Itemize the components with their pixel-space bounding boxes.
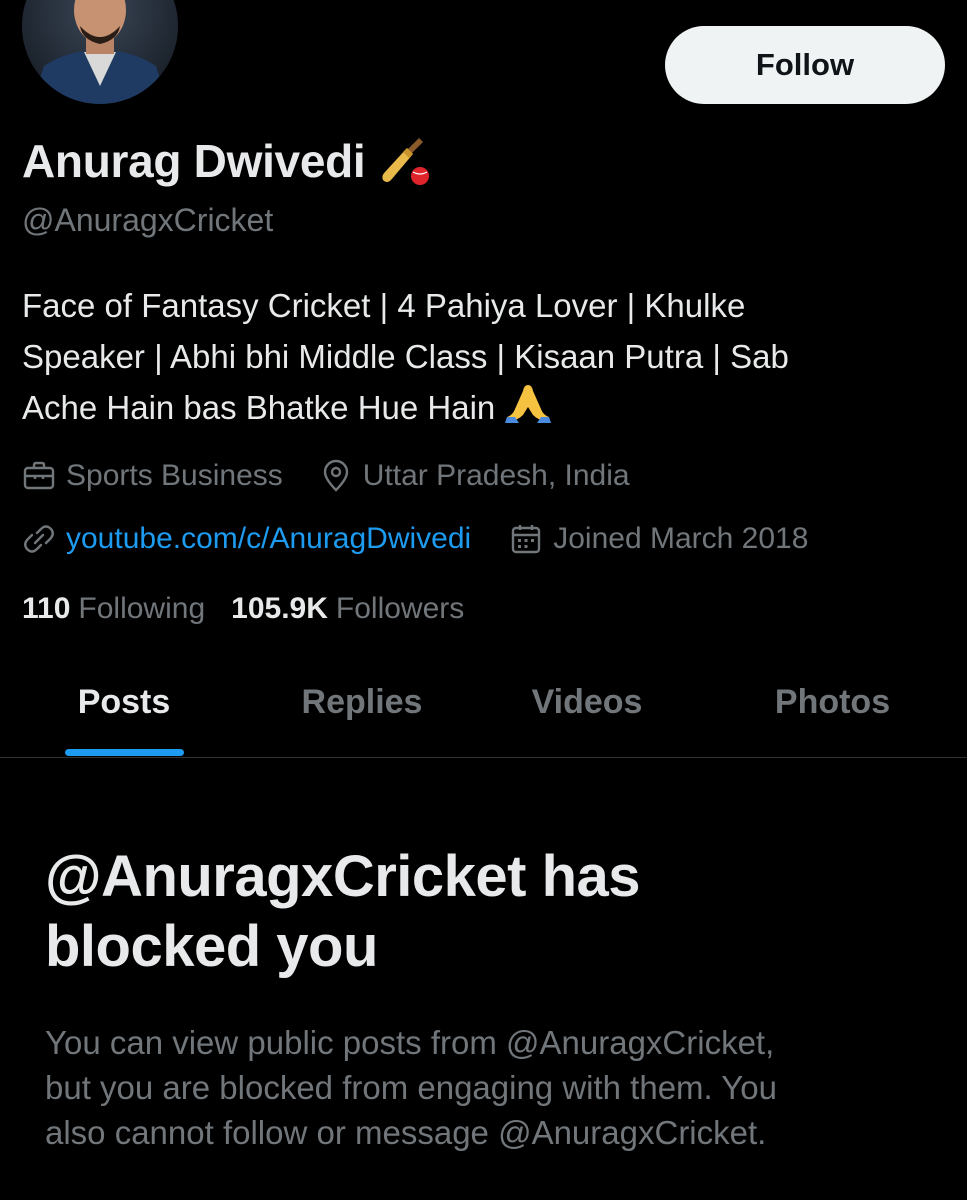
blocked-description: You can view public posts from @AnuragxC…	[45, 1020, 935, 1155]
profile-meta-row: Sports Business Uttar Pradesh, India	[22, 455, 630, 497]
category-item: Sports Business	[22, 459, 283, 493]
calendar-icon	[512, 525, 541, 554]
profile-name-row: Anurag Dwivedi	[22, 130, 433, 192]
folded-hands-icon	[505, 385, 552, 423]
blocked-desc-line: but you are blocked from engaging with t…	[45, 1069, 777, 1106]
blocked-desc-line: also cannot follow or message @AnuragxCr…	[45, 1114, 767, 1151]
blocked-title-line: @AnuragxCricket has	[45, 844, 641, 909]
tab-label: Videos	[531, 683, 643, 721]
link-icon	[24, 525, 54, 553]
tab-posts[interactable]: Posts	[0, 665, 248, 757]
follow-counts: 110 Following 105.9K Followers	[22, 588, 464, 630]
following-count: 110	[22, 592, 71, 625]
joined-item: Joined March 2018	[509, 522, 808, 556]
tab-photos[interactable]: Photos	[698, 665, 967, 757]
location-item: Uttar Pradesh, India	[319, 459, 630, 493]
category-text: Sports Business	[66, 459, 283, 492]
blocked-title-line: blocked you	[45, 914, 378, 979]
blocked-desc-line: You can view public posts from @AnuragxC…	[45, 1024, 775, 1061]
joined-text: Joined March 2018	[553, 522, 809, 555]
followers-count: 105.9K	[231, 592, 328, 625]
location-pin-icon	[323, 459, 348, 492]
profile-tabs: Posts Replies Videos Photos	[0, 665, 967, 757]
blocked-title: @AnuragxCricket has blocked you	[45, 842, 925, 982]
profile-bio: Face of Fantasy Cricket | 4 Pahiya Lover…	[22, 280, 922, 433]
followers-count-link[interactable]: 105.9K Followers	[231, 592, 464, 626]
tabs-divider	[0, 757, 967, 758]
active-tab-indicator	[65, 749, 184, 756]
bio-line-text: Ache Hain bas Bhatke Hue Hain	[22, 389, 496, 426]
website-item[interactable]: youtube.com/c/AnuragDwivedi	[22, 522, 471, 556]
follow-button[interactable]: Follow	[665, 26, 945, 104]
tab-label: Photos	[774, 683, 891, 721]
cricket-bat-ball-icon	[382, 138, 430, 185]
website-link[interactable]: youtube.com/c/AnuragDwivedi	[66, 522, 471, 556]
tab-replies[interactable]: Replies	[248, 665, 476, 757]
profile-meta-row: youtube.com/c/AnuragDwivedi Joined March…	[22, 518, 808, 560]
tab-label: Posts	[77, 683, 171, 721]
following-label: Following	[78, 592, 206, 625]
bio-line: Face of Fantasy Cricket | 4 Pahiya Lover…	[22, 287, 746, 324]
display-name: Anurag Dwivedi	[22, 135, 366, 187]
following-count-link[interactable]: 110 Following	[22, 592, 205, 626]
briefcase-icon	[23, 461, 55, 490]
followers-label: Followers	[335, 592, 465, 625]
avatar[interactable]	[22, 0, 178, 104]
tab-videos[interactable]: Videos	[476, 665, 698, 757]
bio-line: Speaker | Abhi bhi Middle Class | Kisaan…	[22, 338, 789, 375]
profile-handle: @AnuragxCricket	[22, 202, 274, 238]
tab-label: Replies	[301, 683, 423, 721]
bio-line: Ache Hain bas Bhatke Hue Hain	[22, 382, 922, 433]
location-text: Uttar Pradesh, India	[362, 459, 630, 492]
